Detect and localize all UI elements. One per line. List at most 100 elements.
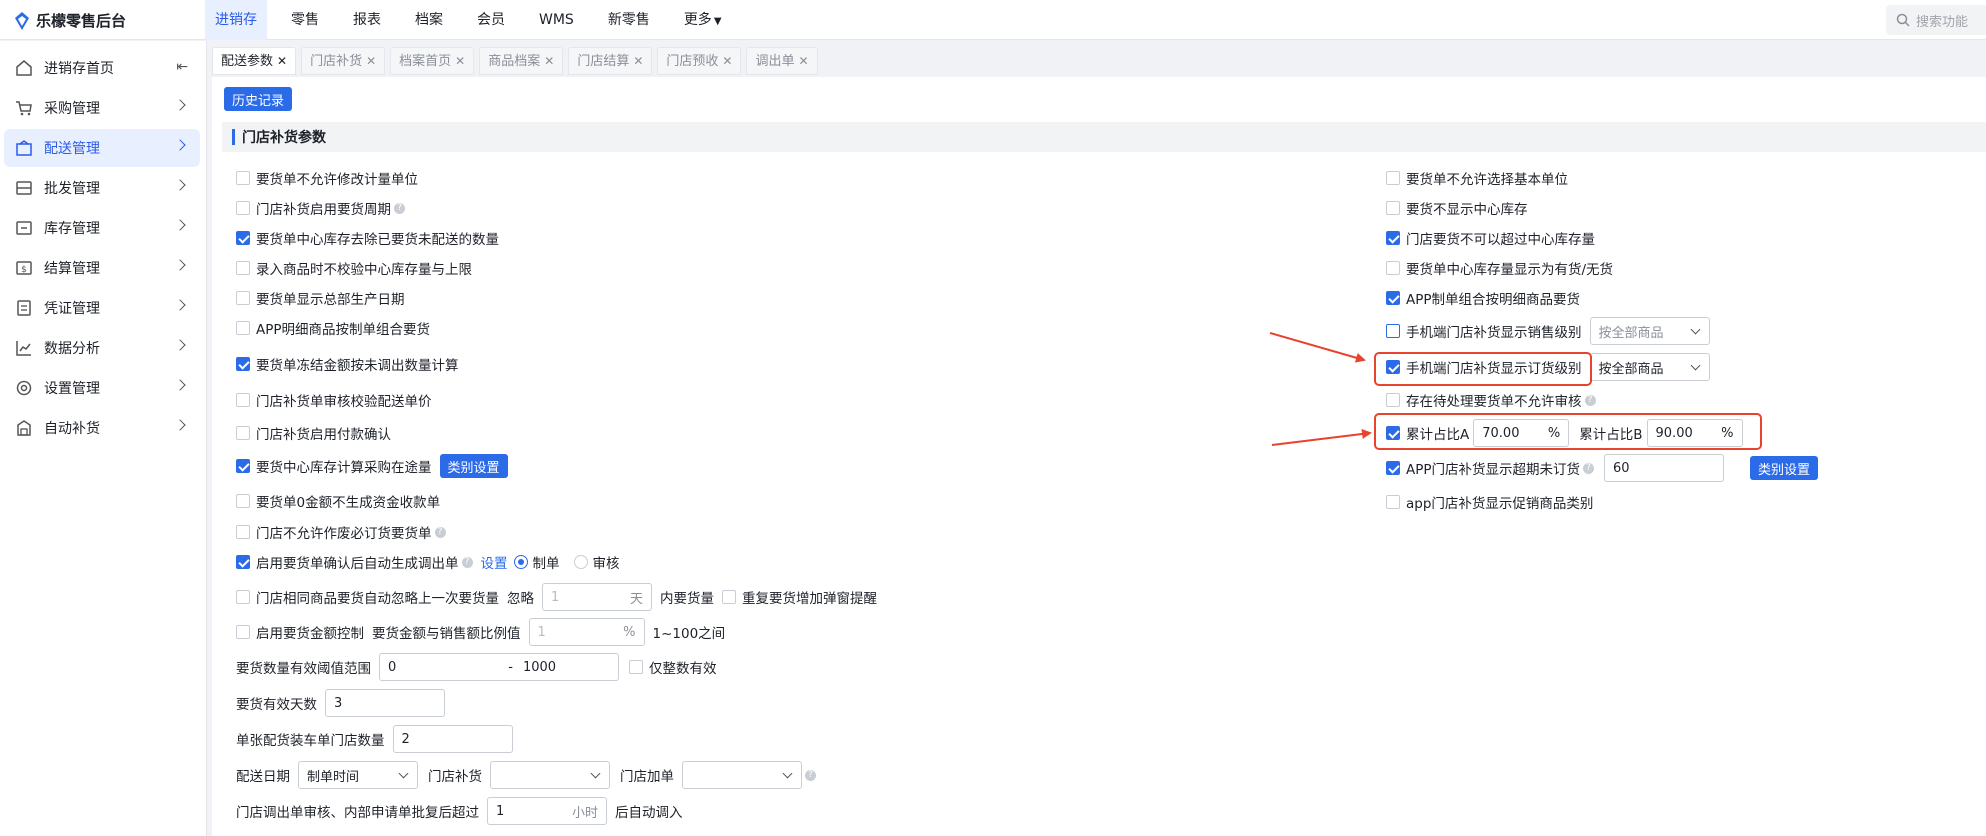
help-icon[interactable]: ? <box>394 202 405 214</box>
close-icon[interactable]: ✕ <box>633 54 643 68</box>
help-icon[interactable]: ? <box>1583 462 1595 474</box>
option-label: 要货单显示总部生产日期 <box>256 292 405 308</box>
checkbox[interactable] <box>236 525 250 539</box>
checkbox[interactable] <box>1386 324 1400 338</box>
store-add-select[interactable] <box>682 761 802 789</box>
help-icon[interactable]: ? <box>434 526 446 538</box>
delivery-date-row: 配送日期 制单时间 门店补货 门店加单 ? <box>236 761 816 789</box>
search-box[interactable]: 搜索功能 <box>1886 5 1986 35</box>
option-row: 启用要货金额控制 要货金额与销售额比例值 1% 1~100之间 <box>236 618 725 646</box>
overdue-days-input[interactable]: 60 <box>1604 454 1725 482</box>
checkbox[interactable] <box>1386 461 1400 475</box>
option-label: APP明细商品按制单组合要货 <box>256 322 431 338</box>
history-button[interactable]: 历史记录 <box>224 87 292 111</box>
category-settings-button[interactable]: 类别设置 <box>439 454 508 478</box>
topnav-item-reports[interactable]: 报表 <box>343 0 391 40</box>
collapse-sidebar-icon[interactable]: ⇤ <box>176 59 188 75</box>
cart-icon <box>14 98 34 118</box>
store-replenish-select[interactable] <box>490 761 610 789</box>
checkbox[interactable] <box>722 590 736 604</box>
tab-transfer-out[interactable]: 调出单 ✕ <box>746 47 818 75</box>
checkbox[interactable] <box>1386 261 1400 275</box>
topnav-item-archives[interactable]: 档案 <box>405 0 453 40</box>
threshold-range-input[interactable]: 0 -1000 <box>379 653 619 681</box>
topnav-item-wms[interactable]: WMS <box>529 0 584 40</box>
checkbox[interactable] <box>236 590 250 604</box>
highlight-box-ratio <box>1374 413 1762 450</box>
checkbox[interactable] <box>236 201 250 215</box>
sales-level-select[interactable]: 按全部商品 <box>1589 317 1710 345</box>
checkbox[interactable] <box>236 261 250 275</box>
sidebar-item-voucher[interactable]: 凭证管理 <box>4 289 200 327</box>
topnav-item-inventory[interactable]: 进销存 <box>205 0 267 40</box>
topnav-item-members[interactable]: 会员 <box>467 0 515 40</box>
ignore-days-input[interactable]: 1天 <box>542 583 652 611</box>
checkbox[interactable] <box>236 494 250 508</box>
settings-link[interactable]: 设置 <box>481 552 508 572</box>
order-level-select[interactable]: 按全部商品 <box>1589 353 1710 381</box>
topnav-item-new-retail[interactable]: 新零售 <box>598 0 660 40</box>
checkbox[interactable] <box>236 426 250 440</box>
category-settings-button[interactable]: 类别设置 <box>1750 456 1819 480</box>
checkbox[interactable] <box>236 321 250 335</box>
delivery-date-select[interactable]: 制单时间 <box>298 761 418 789</box>
sidebar-item-auto-replenish[interactable]: 自动补货 <box>4 409 200 447</box>
chevron-right-icon <box>174 99 186 111</box>
sidebar-item-settings[interactable]: 设置管理 <box>4 369 200 407</box>
checkbox[interactable] <box>236 393 250 407</box>
truck-count-input[interactable]: 2 <box>392 725 513 753</box>
help-icon[interactable]: ? <box>461 556 473 568</box>
tab-store-settlement[interactable]: 门店结算 ✕ <box>568 47 653 75</box>
auto-in-hours-input[interactable]: 1 小时 <box>487 797 607 825</box>
close-icon[interactable]: ✕ <box>366 54 376 68</box>
sidebar-item-stock[interactable]: 库存管理 <box>4 209 200 247</box>
radio-draft[interactable] <box>513 555 528 569</box>
close-icon[interactable]: ✕ <box>722 54 732 68</box>
checkbox[interactable] <box>1386 495 1400 509</box>
tab-delivery-params[interactable]: 配送参数 ✕ <box>212 47 297 75</box>
chevron-down-icon <box>590 768 601 779</box>
sidebar-item-settlement[interactable]: $ 结算管理 <box>4 249 200 287</box>
close-icon[interactable]: ✕ <box>455 54 465 68</box>
option-label: 要货单0金额不生成资金收款单 <box>256 495 441 511</box>
chevron-right-icon <box>174 139 186 151</box>
tab-archive-home[interactable]: 档案首页 ✕ <box>390 47 475 75</box>
help-icon[interactable]: ? <box>1584 394 1596 406</box>
tab-store-prepay[interactable]: 门店预收 ✕ <box>657 47 742 75</box>
close-icon[interactable]: ✕ <box>798 54 808 68</box>
checkbox[interactable] <box>1386 393 1400 407</box>
checkbox[interactable] <box>1386 201 1400 215</box>
checkbox[interactable] <box>236 171 250 185</box>
app-logo[interactable]: 乐檬零售后台 <box>14 10 126 31</box>
radio-label: 审核 <box>592 556 620 572</box>
checkbox[interactable] <box>236 625 250 639</box>
checkbox[interactable] <box>236 459 250 473</box>
sidebar-item-label: 批发管理 <box>44 181 100 197</box>
checkbox[interactable] <box>236 357 250 371</box>
checkbox[interactable] <box>1386 291 1400 305</box>
checkbox[interactable] <box>236 555 250 569</box>
radio-audit[interactable] <box>573 555 588 569</box>
help-icon[interactable]: ? <box>805 769 816 781</box>
checkbox[interactable] <box>1386 171 1400 185</box>
checkbox[interactable] <box>1386 231 1400 245</box>
topnav-item-retail[interactable]: 零售 <box>281 0 329 40</box>
sidebar-item-inventory-home[interactable]: 进销存首页 ⇤ <box>4 49 200 87</box>
checkbox[interactable] <box>629 660 643 674</box>
sidebar-item-analytics[interactable]: 数据分析 <box>4 329 200 367</box>
checkbox[interactable] <box>236 291 250 305</box>
topnav-item-more[interactable]: 更多 ▼ <box>674 0 732 40</box>
valid-days-input[interactable]: 3 <box>325 689 445 717</box>
ratio-input[interactable]: 1% <box>528 618 645 646</box>
input-suffix: % <box>623 624 636 640</box>
close-icon[interactable]: ✕ <box>544 54 554 68</box>
sidebar-item-wholesale[interactable]: 批发管理 <box>4 169 200 207</box>
tab-product-archive[interactable]: 商品档案 ✕ <box>479 47 564 75</box>
main-content: 历史记录 门店补货参数 要货单不允许修改计量单位 门店补货启用要货周期? 要货单… <box>212 77 1986 836</box>
sidebar-item-distribution[interactable]: 配送管理 <box>4 129 200 167</box>
tab-store-replenish[interactable]: 门店补货 ✕ <box>301 47 386 75</box>
checkbox[interactable] <box>236 231 250 245</box>
chevron-down-icon <box>782 768 793 779</box>
close-icon[interactable]: ✕ <box>277 54 287 68</box>
sidebar-item-purchase[interactable]: 采购管理 <box>4 89 200 127</box>
